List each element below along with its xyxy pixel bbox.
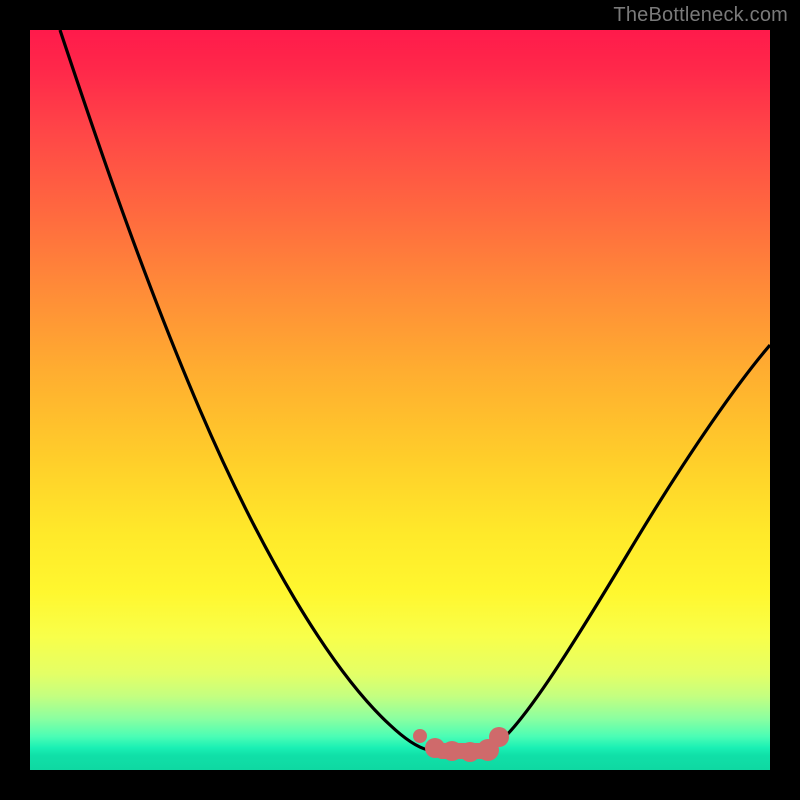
watermark-text: TheBottleneck.com <box>613 4 788 27</box>
curve-right <box>492 345 770 748</box>
marker-pill-fill <box>434 743 494 759</box>
marker-pill-5 <box>489 727 509 747</box>
plot-frame <box>30 30 770 770</box>
marker-dot <box>413 729 427 743</box>
curve-left <box>60 30 428 750</box>
bottleneck-curve <box>30 30 770 770</box>
